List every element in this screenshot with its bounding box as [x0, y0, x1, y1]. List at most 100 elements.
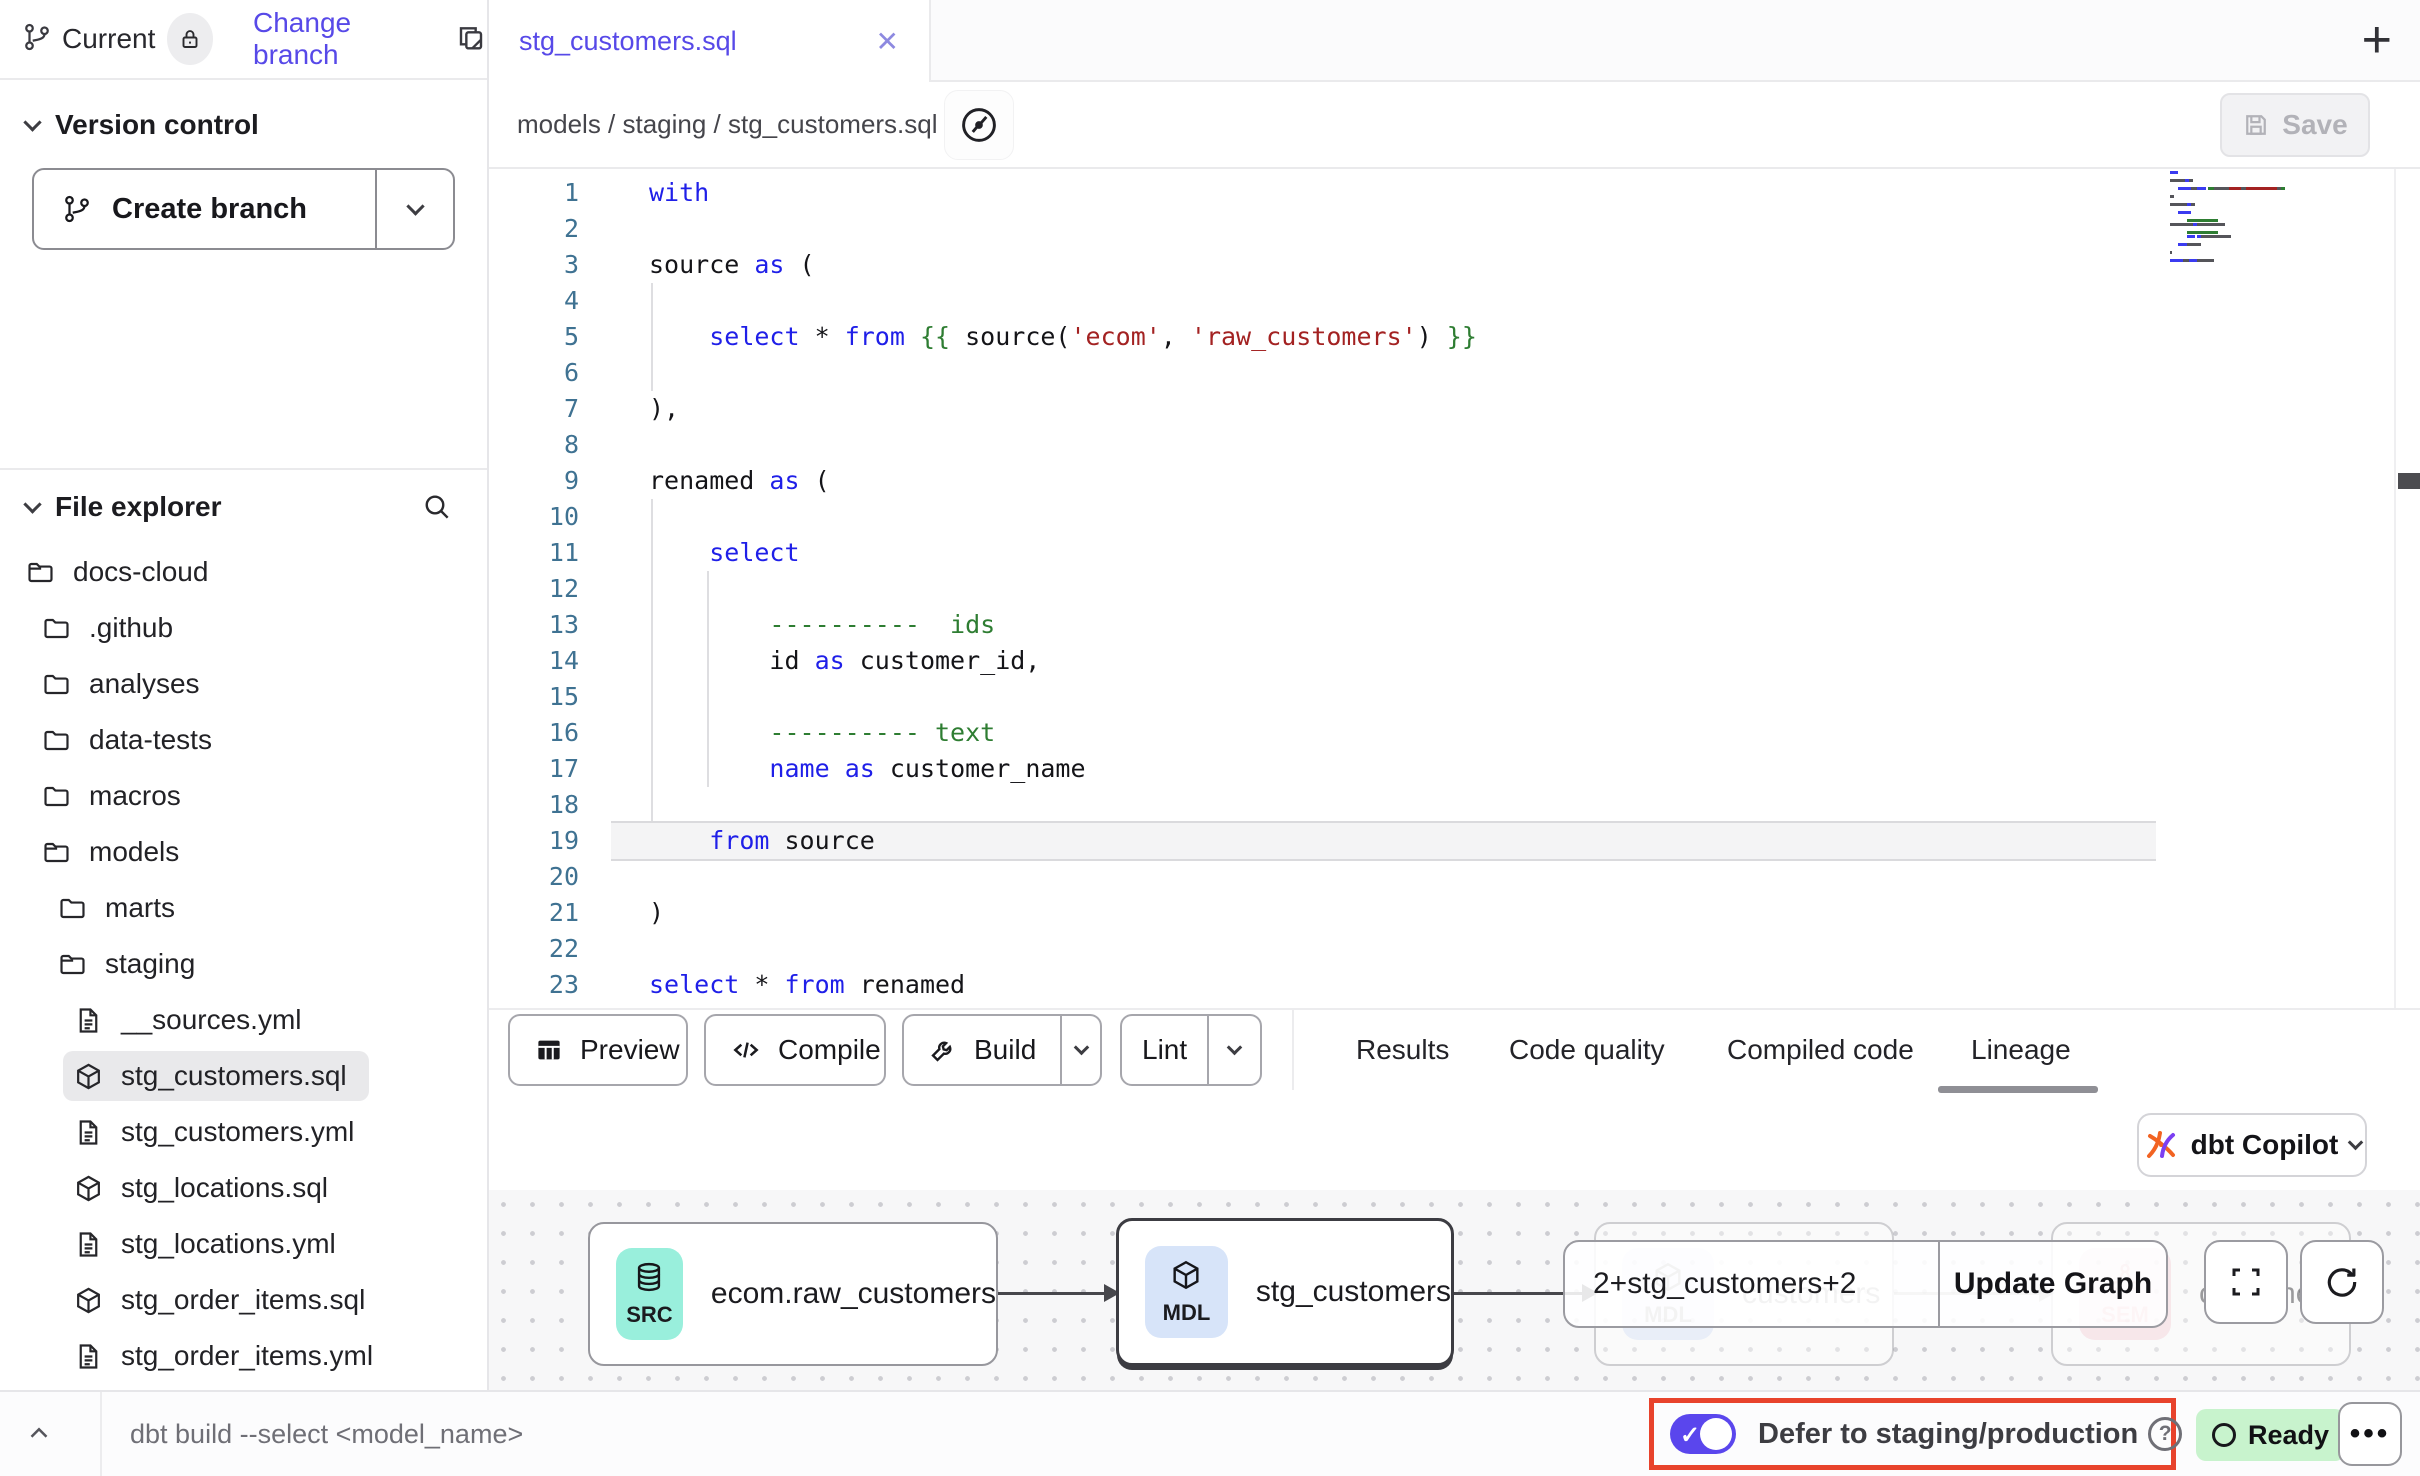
code-line[interactable]: 13 ---------- ids: [489, 607, 2420, 643]
folder-row[interactable]: docs-cloud: [0, 544, 487, 600]
file-row[interactable]: stg_locations.yml: [0, 1216, 487, 1272]
folder-icon: [57, 893, 88, 924]
search-icon[interactable]: [421, 491, 453, 523]
line-number: 10: [489, 499, 609, 535]
code-text: name as customer_name: [609, 751, 1086, 787]
file-row[interactable]: stg_order_items.yml: [0, 1328, 487, 1384]
folder-row[interactable]: models: [0, 824, 487, 880]
folder-row[interactable]: .github: [0, 600, 487, 656]
minimap[interactable]: [2170, 171, 2300, 263]
help-icon[interactable]: ?: [2148, 1417, 2182, 1451]
line-number: 23: [489, 967, 609, 1003]
lineage-canvas[interactable]: SRCecom.raw_customersMDLstg_customersMDL…: [489, 1190, 2420, 1390]
create-branch-main[interactable]: Create branch: [34, 170, 375, 248]
file-row[interactable]: __sources.yml: [0, 992, 487, 1048]
code-line[interactable]: 16 ---------- text: [489, 715, 2420, 751]
code-line[interactable]: 5 select * from {{ source('ecom', 'raw_c…: [489, 319, 2420, 355]
current-branch-label: Current: [62, 23, 155, 55]
close-icon[interactable]: ✕: [872, 21, 903, 62]
collapse-panel-button[interactable]: [24, 1418, 54, 1453]
update-graph-button[interactable]: Update Graph: [1940, 1242, 2166, 1326]
file-row[interactable]: stg_order_items.sql: [0, 1272, 487, 1328]
line-number: 15: [489, 679, 609, 715]
code-line[interactable]: 4: [489, 283, 2420, 319]
chevron-down-icon: [1226, 1040, 1242, 1056]
file-row[interactable]: stg_customers.sql: [0, 1048, 487, 1104]
folder-row[interactable]: data-tests: [0, 712, 487, 768]
folder-icon: [41, 781, 72, 812]
code-line[interactable]: 20: [489, 859, 2420, 895]
line-number: 12: [489, 571, 609, 607]
tab-stg-customers-sql[interactable]: stg_customers.sql ✕: [489, 0, 931, 82]
lint-button[interactable]: Lint: [1120, 1014, 1262, 1086]
tab-results[interactable]: Results: [1356, 1010, 1449, 1090]
code-line[interactable]: 6: [489, 355, 2420, 391]
version-control-header[interactable]: Version control: [0, 108, 487, 142]
code-line[interactable]: 2: [489, 211, 2420, 247]
fullscreen-button[interactable]: [2204, 1240, 2288, 1324]
lineage-node-stg_customers[interactable]: MDLstg_customers: [1116, 1218, 1454, 1366]
compile-button[interactable]: Compile: [704, 1014, 886, 1086]
save-button[interactable]: Save: [2220, 93, 2370, 157]
code-editor[interactable]: 1with23source as (45 select * from {{ so…: [489, 169, 2420, 1010]
code-area[interactable]: 1with23source as (45 select * from {{ so…: [489, 169, 2420, 1003]
lineage-selector-input[interactable]: 2+stg_customers+2: [1565, 1242, 1938, 1326]
scrollbar-thumb[interactable]: [2398, 473, 2420, 489]
file-row[interactable]: stg_customers.yml: [0, 1104, 487, 1160]
code-line[interactable]: 14 id as customer_id,: [489, 643, 2420, 679]
tab-compiled-code[interactable]: Compiled code: [1727, 1010, 1914, 1090]
code-line[interactable]: 10: [489, 499, 2420, 535]
code-text: [609, 427, 649, 463]
code-line[interactable]: 18: [489, 787, 2420, 823]
doc-icon: [73, 1341, 104, 1372]
folder-row[interactable]: staging: [0, 936, 487, 992]
change-branch-link[interactable]: Change branch: [253, 7, 421, 71]
code-text: [609, 787, 649, 823]
code-line[interactable]: 1with: [489, 175, 2420, 211]
file-name: analyses: [89, 668, 200, 700]
copy-branch-icon[interactable]: [455, 21, 487, 58]
new-tab-button[interactable]: +: [2362, 10, 2392, 70]
more-options-button[interactable]: •••: [2338, 1402, 2402, 1466]
code-line[interactable]: 3source as (: [489, 247, 2420, 283]
code-line[interactable]: 23select * from renamed: [489, 967, 2420, 1003]
active-tab-underline: [1938, 1086, 2098, 1093]
tab-code-quality[interactable]: Code quality: [1509, 1010, 1665, 1090]
model-health-icon[interactable]: [944, 90, 1014, 160]
refresh-button[interactable]: [2300, 1240, 2384, 1324]
status-circle-icon: [2212, 1423, 2236, 1447]
lineage-node-ecom-raw_customers[interactable]: SRCecom.raw_customers: [588, 1222, 998, 1366]
status-badge[interactable]: Ready: [2196, 1409, 2345, 1461]
build-dropdown[interactable]: [1060, 1016, 1100, 1084]
code-line[interactable]: 22: [489, 931, 2420, 967]
chevron-down-icon: [23, 495, 41, 513]
folder-row[interactable]: analyses: [0, 656, 487, 712]
tab-lineage[interactable]: Lineage: [1971, 1010, 2071, 1090]
code-line[interactable]: 8: [489, 427, 2420, 463]
line-number: 20: [489, 859, 609, 895]
lint-dropdown[interactable]: [1207, 1016, 1259, 1084]
code-line[interactable]: 17 name as customer_name: [489, 751, 2420, 787]
create-branch-button[interactable]: Create branch: [32, 168, 455, 250]
code-line[interactable]: 7),: [489, 391, 2420, 427]
code-line[interactable]: 21): [489, 895, 2420, 931]
build-button[interactable]: Build: [902, 1014, 1102, 1086]
command-input[interactable]: dbt build --select <model_name>: [130, 1392, 523, 1476]
code-line[interactable]: 12: [489, 571, 2420, 607]
code-line[interactable]: 9renamed as (: [489, 463, 2420, 499]
folder-row[interactable]: marts: [0, 880, 487, 936]
file-name: models: [89, 836, 179, 868]
file-row[interactable]: stg_locations.sql: [0, 1160, 487, 1216]
create-branch-dropdown[interactable]: [375, 170, 453, 248]
code-line[interactable]: 15: [489, 679, 2420, 715]
preview-button[interactable]: Preview: [508, 1014, 688, 1086]
dbt-copilot-button[interactable]: dbt Copilot: [2137, 1113, 2367, 1177]
folder-row[interactable]: macros: [0, 768, 487, 824]
file-explorer-header[interactable]: File explorer: [0, 478, 487, 536]
dbt-copilot-label: dbt Copilot: [2191, 1129, 2339, 1161]
code-line[interactable]: 11 select: [489, 535, 2420, 571]
chevron-down-icon: [23, 113, 41, 131]
defer-toggle[interactable]: ✓: [1670, 1414, 1736, 1454]
compile-label: Compile: [778, 1034, 881, 1066]
code-line-active[interactable]: 19 from source: [489, 823, 2420, 859]
